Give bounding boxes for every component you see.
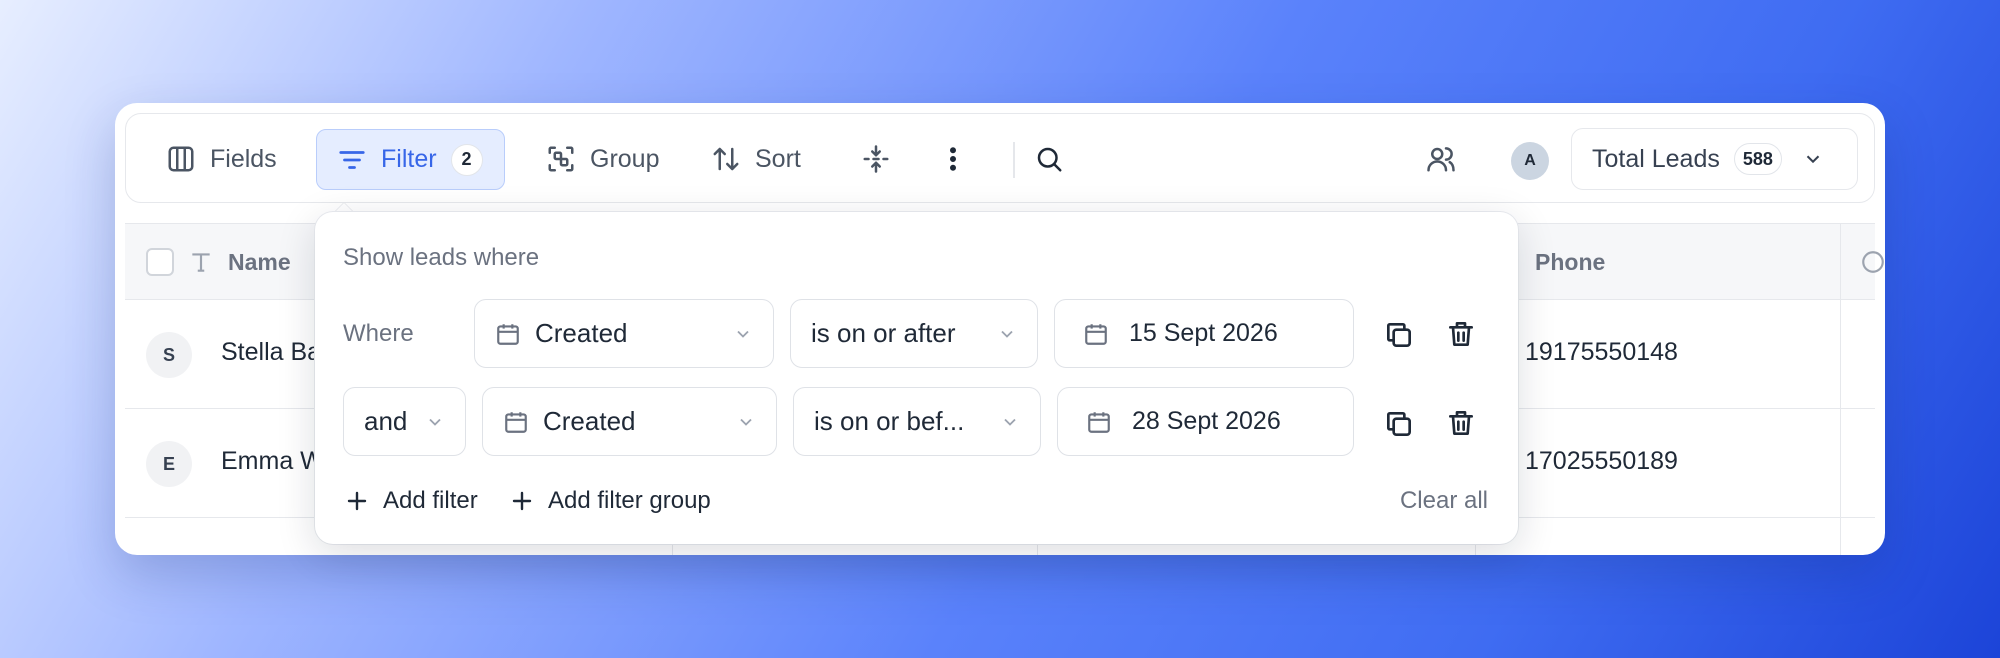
status-icon — [1862, 251, 1884, 273]
users-icon — [1427, 147, 1455, 172]
filter-operator-label: is on or after — [811, 318, 956, 348]
plus-icon — [512, 491, 532, 511]
where-label: Where — [343, 320, 414, 347]
row-height-icon — [863, 145, 889, 173]
add-filter-group-label: Add filter group — [548, 487, 711, 514]
trash-icon[interactable] — [1445, 407, 1477, 439]
trash-icon[interactable] — [1445, 318, 1477, 350]
sort-button[interactable]: Sort — [711, 129, 801, 189]
filter-operator-select[interactable]: is on or bef... — [793, 387, 1041, 456]
select-all-checkbox[interactable] — [146, 248, 174, 276]
group-icon — [548, 146, 574, 172]
conjunction-select[interactable]: and — [343, 387, 466, 456]
fields-label: Fields — [210, 144, 277, 173]
lead-name: Emma W — [221, 447, 324, 475]
filter-field-select[interactable]: Created — [474, 299, 774, 368]
chevron-down-icon — [1001, 330, 1013, 338]
search-button[interactable] — [1034, 129, 1064, 189]
column-label-phone: Phone — [1535, 248, 1606, 275]
fields-button[interactable]: Fields — [166, 129, 277, 189]
duplicate-icon[interactable] — [1383, 319, 1415, 351]
lead-name: Stella Ba — [221, 338, 322, 366]
popup-title: Show leads where — [343, 244, 540, 271]
filter-date-value: 28 Sept 2026 — [1132, 407, 1281, 435]
total-leads-count: 588 — [1733, 143, 1782, 175]
columns-icon — [168, 146, 194, 172]
add-filter-label: Add filter — [383, 487, 478, 514]
header-status[interactable] — [1860, 224, 1885, 300]
users-button[interactable] — [1426, 129, 1456, 189]
group-button[interactable]: Group — [546, 129, 659, 189]
row-height-button[interactable] — [861, 129, 891, 189]
calendar-icon — [505, 411, 527, 433]
filter-field-label: Created — [543, 406, 636, 436]
lead-avatar: S — [146, 332, 192, 378]
filter-field-label: Created — [535, 318, 628, 348]
clear-all-button[interactable]: Clear all — [1400, 487, 1488, 515]
text-type-icon — [192, 253, 210, 272]
toolbar: Fields Filter 2 Group Sort A Total Leads… — [125, 113, 1875, 203]
conjunction-label: and — [364, 406, 408, 436]
filter-field-select[interactable]: Created — [482, 387, 777, 456]
lead-avatar: E — [146, 441, 192, 487]
sort-icon — [713, 147, 739, 171]
more-options-button[interactable] — [938, 129, 968, 189]
calendar-icon — [497, 323, 519, 345]
column-label-name: Name — [228, 248, 291, 275]
chevron-down-icon — [740, 418, 752, 426]
filter-icon — [339, 150, 365, 169]
total-leads-dropdown[interactable]: Total Leads 588 — [1571, 128, 1858, 190]
filter-operator-select[interactable]: is on or after — [790, 299, 1038, 368]
header-name[interactable]: Name — [146, 224, 291, 300]
filter-button[interactable]: Filter 2 — [316, 129, 505, 190]
calendar-icon — [1085, 323, 1107, 345]
duplicate-icon[interactable] — [1383, 408, 1415, 440]
filter-count-badge: 2 — [450, 143, 483, 176]
add-filter-group-button[interactable]: Add filter group — [510, 487, 711, 515]
chevron-down-icon — [737, 330, 749, 338]
chevron-down-icon — [429, 418, 441, 426]
filter-date-input[interactable]: 28 Sept 2026 — [1057, 387, 1354, 456]
chevron-down-icon — [1806, 155, 1820, 164]
more-vertical-icon — [950, 147, 957, 171]
plus-icon — [347, 491, 367, 511]
lead-phone: 17025550189 — [1525, 447, 1678, 475]
filter-label: Filter — [381, 145, 437, 173]
toolbar-divider — [1013, 142, 1015, 178]
user-avatar[interactable]: A — [1511, 142, 1549, 180]
filter-date-value: 15 Sept 2026 — [1129, 319, 1278, 347]
add-filter-button[interactable]: Add filter — [345, 487, 478, 515]
calendar-icon — [1088, 411, 1110, 433]
sort-label: Sort — [755, 144, 801, 173]
filter-date-input[interactable]: 15 Sept 2026 — [1054, 299, 1354, 368]
chevron-down-icon — [1004, 418, 1016, 426]
total-leads-label: Total Leads — [1592, 144, 1720, 173]
filter-operator-label: is on or bef... — [814, 406, 965, 436]
search-icon — [1037, 147, 1062, 172]
group-label: Group — [590, 144, 660, 173]
lead-phone: 19175550148 — [1525, 338, 1678, 366]
filter-popup: Show leads where Where Created is on or … — [315, 212, 1518, 544]
